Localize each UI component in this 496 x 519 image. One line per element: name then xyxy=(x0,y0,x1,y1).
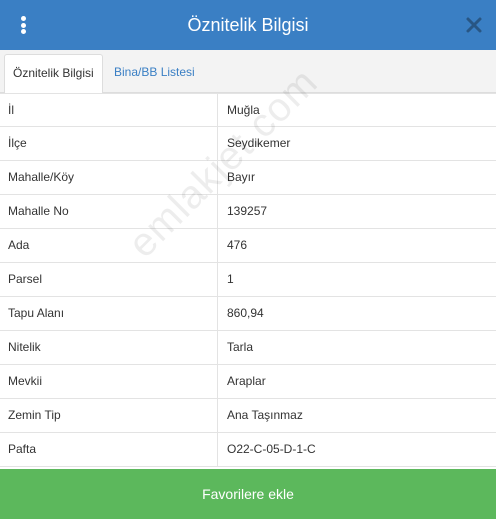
header-bar: Öznitelik Bilgisi xyxy=(0,0,496,50)
tab-building-list[interactable]: Bina/BB Listesi xyxy=(106,54,203,94)
table-row: Mahalle No 139257 xyxy=(0,195,496,229)
attribute-key: Ada xyxy=(0,229,218,262)
attribute-value: Muğla xyxy=(227,103,260,117)
attribute-value: 1 xyxy=(227,272,234,286)
tab-attribute-info[interactable]: Öznitelik Bilgisi xyxy=(4,54,103,94)
table-row: Parsel 1 xyxy=(0,263,496,297)
close-icon[interactable] xyxy=(464,15,484,35)
attribute-value: Ana Taşınmaz xyxy=(227,408,303,422)
attribute-key: Pafta xyxy=(0,433,218,466)
table-row: İlçe Seydikemer xyxy=(0,127,496,161)
table-row: Tapu Alanı 860,94 xyxy=(0,297,496,331)
table-row: Mevkii Araplar xyxy=(0,365,496,399)
table-row: Ada 476 xyxy=(0,229,496,263)
table-row: Nitelik Tarla xyxy=(0,331,496,365)
attribute-value: 476 xyxy=(227,238,248,252)
add-to-favorites-button[interactable]: Favorilere ekle xyxy=(0,469,496,519)
page-title: Öznitelik Bilgisi xyxy=(187,15,309,35)
attribute-key: Tapu Alanı xyxy=(0,297,218,330)
attribute-key: İl xyxy=(0,94,218,126)
attribute-key: Mahalle/Köy xyxy=(0,161,218,194)
tab-bar: Öznitelik Bilgisi Bina/BB Listesi xyxy=(0,50,496,94)
attribute-value: Bayır xyxy=(227,170,256,184)
attribute-key: Mahalle No xyxy=(0,195,218,228)
attribute-value: 139257 xyxy=(227,204,268,218)
attribute-value: Seydikemer xyxy=(227,136,291,150)
attribute-key: Parsel xyxy=(0,263,218,296)
attribute-key: Zemin Tip xyxy=(0,399,218,432)
table-row: İl Muğla xyxy=(0,93,496,127)
table-row: Mahalle/Köy Bayır xyxy=(0,161,496,195)
attribute-value: Araplar xyxy=(227,374,266,388)
attribute-value: Tarla xyxy=(227,340,254,354)
attribute-key: Nitelik xyxy=(0,331,218,364)
attribute-table: İl Muğla İlçe Seydikemer Mahalle/Köy Bay… xyxy=(0,93,496,467)
attribute-key: İlçe xyxy=(0,127,218,160)
attribute-value: O22-C-05-D-1-C xyxy=(227,442,316,456)
attribute-value: 860,94 xyxy=(227,306,264,320)
table-row: Zemin Tip Ana Taşınmaz xyxy=(0,399,496,433)
attribute-key: Mevkii xyxy=(0,365,218,398)
table-row: Pafta O22-C-05-D-1-C xyxy=(0,433,496,467)
